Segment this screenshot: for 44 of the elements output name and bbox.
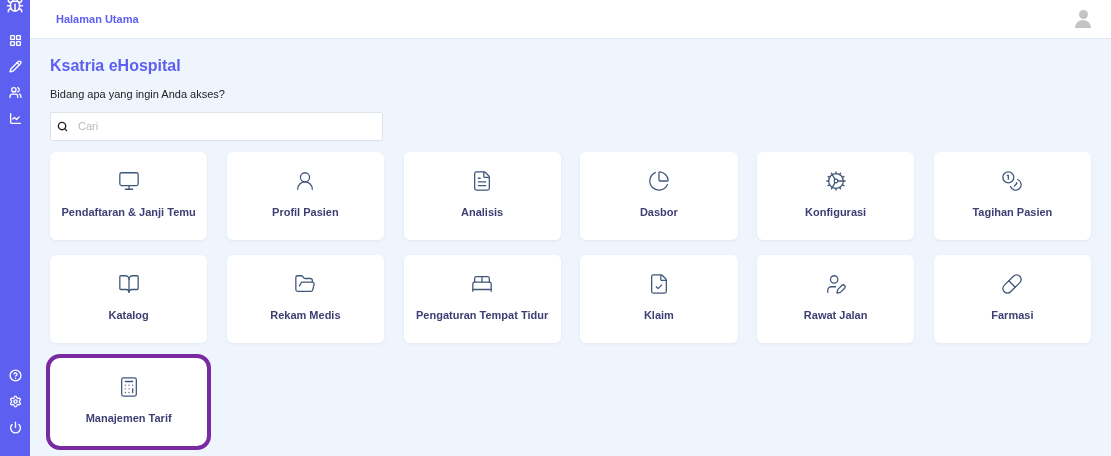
settings-icon[interactable] — [8, 395, 22, 408]
module-card[interactable]: Profil Pasien — [226, 151, 384, 240]
module-label: Klaim — [642, 308, 675, 324]
module-label: Tagihan Pasien — [971, 205, 1054, 221]
module-label: Pendaftaran & Janji Temu — [60, 205, 197, 221]
module-label: Profil Pasien — [271, 205, 340, 221]
power-icon[interactable] — [8, 421, 22, 434]
module-label: Rawat Jalan — [802, 308, 869, 324]
person-pen-icon — [824, 273, 847, 296]
page-title: Ksatria eHospital — [50, 56, 181, 76]
module-card[interactable]: Farmasi — [933, 254, 1091, 343]
module-card[interactable]: Klaim — [580, 254, 738, 343]
module-card[interactable]: Rawat Jalan — [757, 254, 915, 343]
notebook-icon — [117, 273, 140, 296]
module-label: Manajemen Tarif — [84, 411, 173, 427]
logo-icon[interactable] — [6, 0, 24, 14]
page-subtitle: Bidang apa yang ingin Anda akses? — [50, 87, 225, 102]
chart-icon[interactable] — [8, 112, 22, 125]
module-label: Analisis — [460, 205, 505, 221]
module-card[interactable]: Dasbor — [580, 151, 738, 240]
module-label: Pengaturan Tempat Tidur — [415, 308, 550, 324]
module-card[interactable]: Pendaftaran & Janji Temu — [50, 151, 208, 240]
module-label: Konfigurasi — [804, 205, 868, 221]
search-icon — [57, 120, 68, 132]
module-card[interactable]: Rekam Medis — [226, 254, 384, 343]
users-icon[interactable] — [8, 86, 22, 99]
module-card[interactable]: Katalog — [50, 254, 208, 343]
help-icon[interactable] — [8, 369, 22, 382]
module-card[interactable]: Tagihan Pasien — [933, 151, 1091, 240]
gear-icon — [824, 170, 847, 193]
module-card[interactable]: Analisis — [403, 151, 561, 240]
search-field[interactable]: Cari — [50, 111, 383, 141]
medicine-icon — [1001, 273, 1024, 296]
monitor-icon — [117, 170, 140, 193]
module-card[interactable]: Konfigurasi — [757, 151, 915, 240]
module-card[interactable]: Pengaturan Tempat Tidur — [403, 254, 561, 343]
grid-icon[interactable] — [8, 34, 22, 47]
module-card[interactable]: Manajemen Tarif — [46, 353, 212, 450]
module-label: Rekam Medis — [269, 308, 342, 324]
module-label: Katalog — [107, 308, 150, 324]
pencil-icon[interactable] — [8, 60, 22, 73]
module-label: Dasbor — [638, 205, 679, 221]
module-label: Farmasi — [990, 308, 1035, 324]
breadcrumb[interactable]: Halaman Utama — [56, 10, 139, 28]
